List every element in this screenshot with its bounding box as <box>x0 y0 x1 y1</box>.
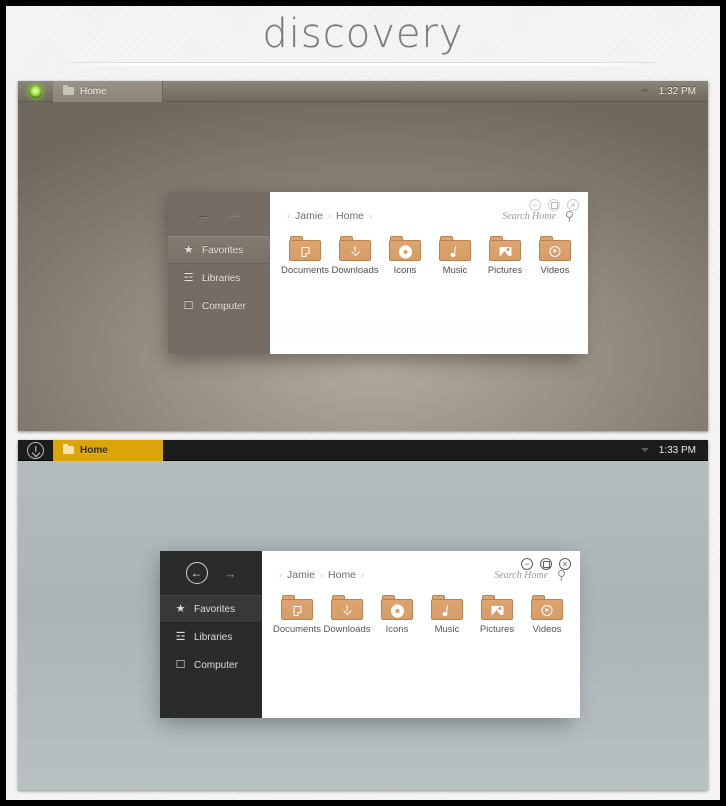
page-border <box>0 0 726 806</box>
